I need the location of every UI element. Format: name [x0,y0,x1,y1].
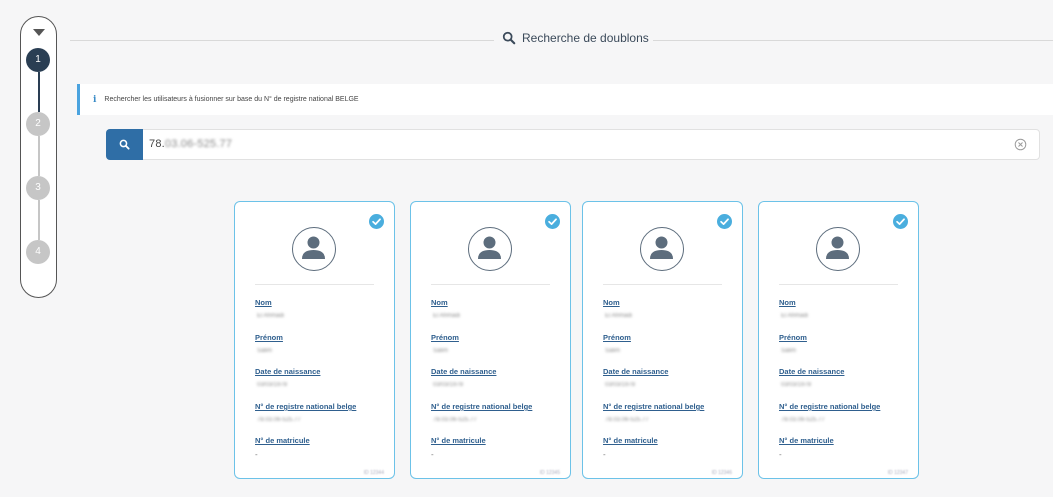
step-4-label: 4 [35,246,41,257]
card-divider [603,284,722,285]
registre-label: N° de registre national belge [779,402,881,411]
registre-label: N° de registre national belge [603,402,705,411]
search-value-prefix: 78. [149,138,165,150]
prenom-label: Prénom [779,333,807,342]
step-1[interactable]: 1 [26,48,50,72]
registre-value: 78.03.06-525.77 [781,417,825,423]
matricule-value: - [603,450,606,459]
prenom-label: Prénom [255,333,283,342]
card-footer: ID 12344 [363,470,384,476]
page-title-text: Recherche de doublons [522,31,649,45]
user-card[interactable]: Nom El Ahmadi Prénom Salim Date de naiss… [234,201,395,479]
step-3[interactable]: 3 [26,176,50,200]
registre-label: N° de registre national belge [255,402,357,411]
matricule-value: - [431,450,434,459]
nom-value: El Ahmadi [605,313,633,319]
avatar [816,227,860,271]
date-label: Date de naissance [431,367,497,376]
matricule-label: N° de matricule [779,436,834,445]
nom-label: Nom [431,298,448,307]
clear-search-icon[interactable] [1014,138,1027,151]
info-banner: i Rechercher les utilisateurs à fusionne… [77,84,1053,115]
date-value: 03/03/1978 [781,382,812,388]
prenom-label: Prénom [603,333,631,342]
avatar [468,227,512,271]
nom-label: Nom [603,298,620,307]
prenom-value: Salim [433,348,449,354]
matricule-value: - [779,450,782,459]
nom-label: Nom [255,298,272,307]
prenom-value: Salim [781,348,797,354]
header-rule-left [70,40,494,41]
matricule-label: N° de matricule [255,436,310,445]
prenom-value: Salim [257,348,273,354]
nom-label: Nom [779,298,796,307]
step-3-label: 3 [35,182,41,193]
user-silhouette-icon [478,236,501,259]
step-2[interactable]: 2 [26,112,50,136]
check-circle-icon[interactable] [369,214,384,229]
matricule-value: - [255,450,258,459]
main-canvas: 1 2 3 4 Recherche de doublons i Recherch… [0,0,1053,497]
user-silhouette-icon [650,236,673,259]
search-value-masked: 03.06-525.77 [164,138,233,150]
user-silhouette-icon [302,236,325,259]
date-value: 03/03/1978 [605,382,636,388]
collapse-caret-icon[interactable] [33,29,45,36]
search-input[interactable]: 78.03.06-525.77 [149,138,232,150]
step-connector-1 [38,72,40,112]
date-value: 03/03/1978 [433,382,464,388]
page-title: Recherche de doublons [502,31,649,45]
registre-value: 78.03.06-525.77 [433,417,477,423]
prenom-label: Prénom [431,333,459,342]
nom-value: El Ahmadi [433,313,461,319]
search-button[interactable] [106,129,143,160]
step-2-label: 2 [35,118,41,129]
header-rule-right [653,40,1053,41]
avatar [292,227,336,271]
step-4[interactable]: 4 [26,240,50,264]
registre-value: 78.03.06-525.77 [257,417,301,423]
step-connector-3 [38,200,40,240]
registre-label: N° de registre national belge [431,402,533,411]
card-divider [779,284,898,285]
card-divider [431,284,550,285]
step-connector-2 [38,136,40,176]
check-circle-icon[interactable] [893,214,908,229]
check-circle-icon[interactable] [717,214,732,229]
step-navigator: 1 2 3 4 [20,16,57,298]
card-divider [255,284,374,285]
card-footer: ID 12345 [539,470,560,476]
nom-value: El Ahmadi [257,313,285,319]
user-card[interactable]: Nom El Ahmadi Prénom Salim Date de naiss… [410,201,571,479]
step-1-label: 1 [35,54,41,65]
search-icon [119,139,130,150]
info-text: Rechercher les utilisateurs à fusionner … [104,96,359,103]
card-footer: ID 12347 [887,470,908,476]
prenom-value: Salim [605,348,621,354]
date-label: Date de naissance [779,367,845,376]
user-silhouette-icon [826,236,849,259]
date-label: Date de naissance [603,367,669,376]
date-value: 03/03/1978 [257,382,288,388]
user-card[interactable]: Nom El Ahmadi Prénom Salim Date de naiss… [758,201,919,479]
search-bar[interactable]: 78.03.06-525.77 [106,129,1040,160]
matricule-label: N° de matricule [603,436,658,445]
search-icon [502,31,516,45]
user-card[interactable]: Nom El Ahmadi Prénom Salim Date de naiss… [582,201,743,479]
date-label: Date de naissance [255,367,321,376]
check-circle-icon[interactable] [545,214,560,229]
card-footer: ID 12346 [711,470,732,476]
matricule-label: N° de matricule [431,436,486,445]
avatar [640,227,684,271]
nom-value: El Ahmadi [781,313,809,319]
registre-value: 78.03.06-525.77 [605,417,649,423]
info-icon: i [93,94,97,105]
